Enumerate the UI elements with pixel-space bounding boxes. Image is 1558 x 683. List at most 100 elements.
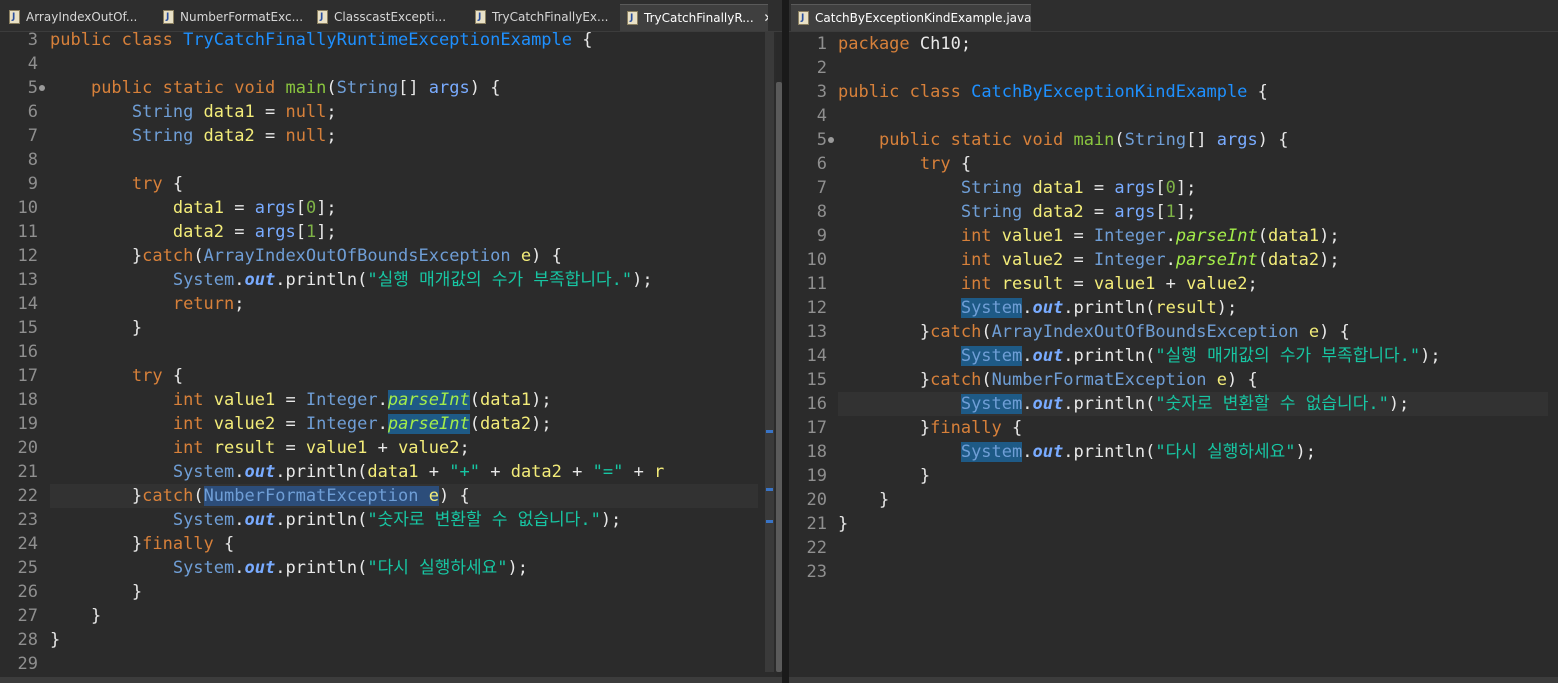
code-line[interactable]: String data1 = null; <box>50 100 758 124</box>
code-line[interactable]: String data2 = null; <box>50 124 758 148</box>
code-line[interactable]: String data1 = args[0]; <box>838 176 1548 200</box>
code-token: "실행 매개값의 수가 부족합니다." <box>367 270 633 290</box>
editor-splitter[interactable] <box>782 0 789 683</box>
code-token: int <box>960 226 1002 246</box>
code-line[interactable]: } <box>50 604 758 628</box>
code-token: int <box>172 390 214 410</box>
code-line[interactable]: int value2 = Integer.parseInt(data2); <box>50 412 758 436</box>
code-text-area[interactable]: public class TryCatchFinallyRuntimeExcep… <box>50 32 758 683</box>
left-tab-bar: ArrayIndexOutOf... NumberFormatExc... Cl… <box>0 0 782 32</box>
java-file-icon <box>9 10 20 24</box>
code-token: } <box>838 514 849 534</box>
code-line[interactable]: System.out.println("다시 실행하세요"); <box>50 556 758 580</box>
code-text-area[interactable]: package Ch10; public class CatchByExcepti… <box>838 32 1548 683</box>
code-line-text: System.out.println("숫자로 변환할 수 없습니다."); <box>50 508 621 532</box>
right-code-editor[interactable]: 1 2 3 4 5 6 7 8 9 10 11 12 13 14 15 16 17 18 19 20 21 22 23 pa… <box>789 32 1558 683</box>
code-line[interactable]: } <box>50 316 758 340</box>
fold-collapse-icon[interactable] <box>828 137 834 143</box>
code-line[interactable]: }catch(ArrayIndexOutOfBoundsException e)… <box>838 320 1548 344</box>
code-line[interactable]: System.out.println("다시 실행하세요"); <box>838 440 1548 464</box>
code-line-text: try { <box>838 152 971 176</box>
code-line[interactable]: return; <box>50 292 758 316</box>
code-line[interactable]: public class CatchByExceptionKindExample… <box>838 80 1548 104</box>
code-line[interactable]: }catch(NumberFormatException e) { <box>838 368 1548 392</box>
code-line[interactable]: String data2 = args[1]; <box>838 200 1548 224</box>
close-icon[interactable]: ✕ <box>764 5 768 31</box>
tab-classcast-excepti[interactable]: ClasscastExcepti... <box>310 4 466 31</box>
horizontal-scrollbar[interactable] <box>789 677 1558 683</box>
code-line[interactable]: }finally { <box>50 532 758 556</box>
code-line[interactable]: public class TryCatchFinallyRuntimeExcep… <box>50 32 758 52</box>
tab-try-catch-finally-ex[interactable]: TryCatchFinallyEx... <box>468 4 618 31</box>
code-line[interactable]: } <box>838 512 1548 536</box>
code-token: r <box>654 462 665 482</box>
line-number: 18 <box>806 442 827 462</box>
line-number: 27 <box>17 606 38 626</box>
code-line[interactable]: int value2 = Integer.parseInt(data2); <box>838 248 1548 272</box>
code-line[interactable]: public static void main(String[] args) { <box>838 128 1548 152</box>
code-line[interactable]: int value1 = Integer.parseInt(data1); <box>50 388 758 412</box>
code-line[interactable]: data2 = args[1]; <box>50 220 758 244</box>
code-line-text: int value2 = Integer.parseInt(data2); <box>50 412 552 436</box>
code-line[interactable] <box>838 560 1548 584</box>
code-line[interactable]: System.out.println("실행 매개값의 수가 부족합니다."); <box>838 344 1548 368</box>
code-line[interactable]: System.out.println("실행 매개값의 수가 부족합니다."); <box>50 268 758 292</box>
code-line[interactable] <box>838 56 1548 80</box>
code-line[interactable]: } <box>838 464 1548 488</box>
code-token: catch <box>142 486 194 506</box>
code-line[interactable]: try { <box>50 172 758 196</box>
code-token: "숫자로 변환할 수 없습니다." <box>1155 394 1389 414</box>
code-token: = <box>275 390 306 410</box>
code-line[interactable]: System.out.println(data1 + "+" + data2 +… <box>50 460 758 484</box>
code-token: try <box>919 154 951 174</box>
code-line[interactable]: System.out.println("숫자로 변환할 수 없습니다."); <box>838 392 1548 416</box>
code-line[interactable]: int value1 = Integer.parseInt(data1); <box>838 224 1548 248</box>
code-line[interactable]: } <box>50 628 758 652</box>
tab-try-catch-finally-r[interactable]: TryCatchFinallyR... ✕ <box>620 4 768 31</box>
code-line[interactable]: } <box>838 488 1548 512</box>
code-line[interactable]: data1 = args[0]; <box>50 196 758 220</box>
code-line[interactable]: }catch(ArrayIndexOutOfBoundsException e)… <box>50 244 758 268</box>
code-line[interactable]: } <box>50 580 758 604</box>
tab-array-index-out-of[interactable]: ArrayIndexOutOf... <box>2 4 154 31</box>
code-line[interactable]: try { <box>50 364 758 388</box>
code-line[interactable] <box>50 52 758 76</box>
code-line[interactable] <box>838 104 1548 128</box>
code-line[interactable]: }catch(NumberFormatException e) { <box>50 484 758 508</box>
code-line[interactable]: int result = value1 + value2; <box>838 272 1548 296</box>
code-line[interactable]: }finally { <box>838 416 1548 440</box>
code-token: System <box>172 270 235 290</box>
line-number: 23 <box>17 510 38 530</box>
code-token: public <box>838 82 910 102</box>
code-token: System <box>960 442 1023 462</box>
code-line[interactable] <box>838 536 1548 560</box>
code-line[interactable]: try { <box>838 152 1548 176</box>
code-line[interactable] <box>50 340 758 364</box>
code-line[interactable] <box>50 652 758 676</box>
tab-number-format-exc[interactable]: NumberFormatExc... <box>156 4 308 31</box>
code-token: . <box>1063 298 1074 318</box>
code-line[interactable]: package Ch10; <box>838 32 1548 56</box>
code-token: ]; <box>1175 178 1197 198</box>
code-token: = <box>1063 274 1094 294</box>
horizontal-scrollbar[interactable] <box>0 677 782 683</box>
occurrence-marker[interactable] <box>766 430 773 433</box>
code-line[interactable]: public static void main(String[] args) { <box>50 76 758 100</box>
code-line[interactable]: int result = value1 + value2; <box>50 436 758 460</box>
tab-catch-by-exception-kind-example[interactable]: CatchByExceptionKindExample.java ✕ <box>791 4 1031 31</box>
code-line[interactable]: System.out.println("숫자로 변환할 수 없습니다."); <box>50 508 758 532</box>
left-code-editor[interactable]: 3 4 5 6 7 8 9 10 11 12 13 14 15 16 17 18 19 20 21 22 23 24 25 2… <box>0 30 782 683</box>
code-token: { <box>213 534 235 554</box>
code-line[interactable]: System.out.println(result); <box>838 296 1548 320</box>
code-token: ( <box>1257 250 1268 270</box>
occurrence-marker[interactable] <box>766 488 773 491</box>
vertical-scrollbar[interactable] <box>1552 32 1558 683</box>
code-line[interactable] <box>50 148 758 172</box>
occurrence-marker[interactable] <box>766 520 773 523</box>
fold-collapse-icon[interactable] <box>39 85 45 91</box>
java-file-icon <box>317 10 328 24</box>
